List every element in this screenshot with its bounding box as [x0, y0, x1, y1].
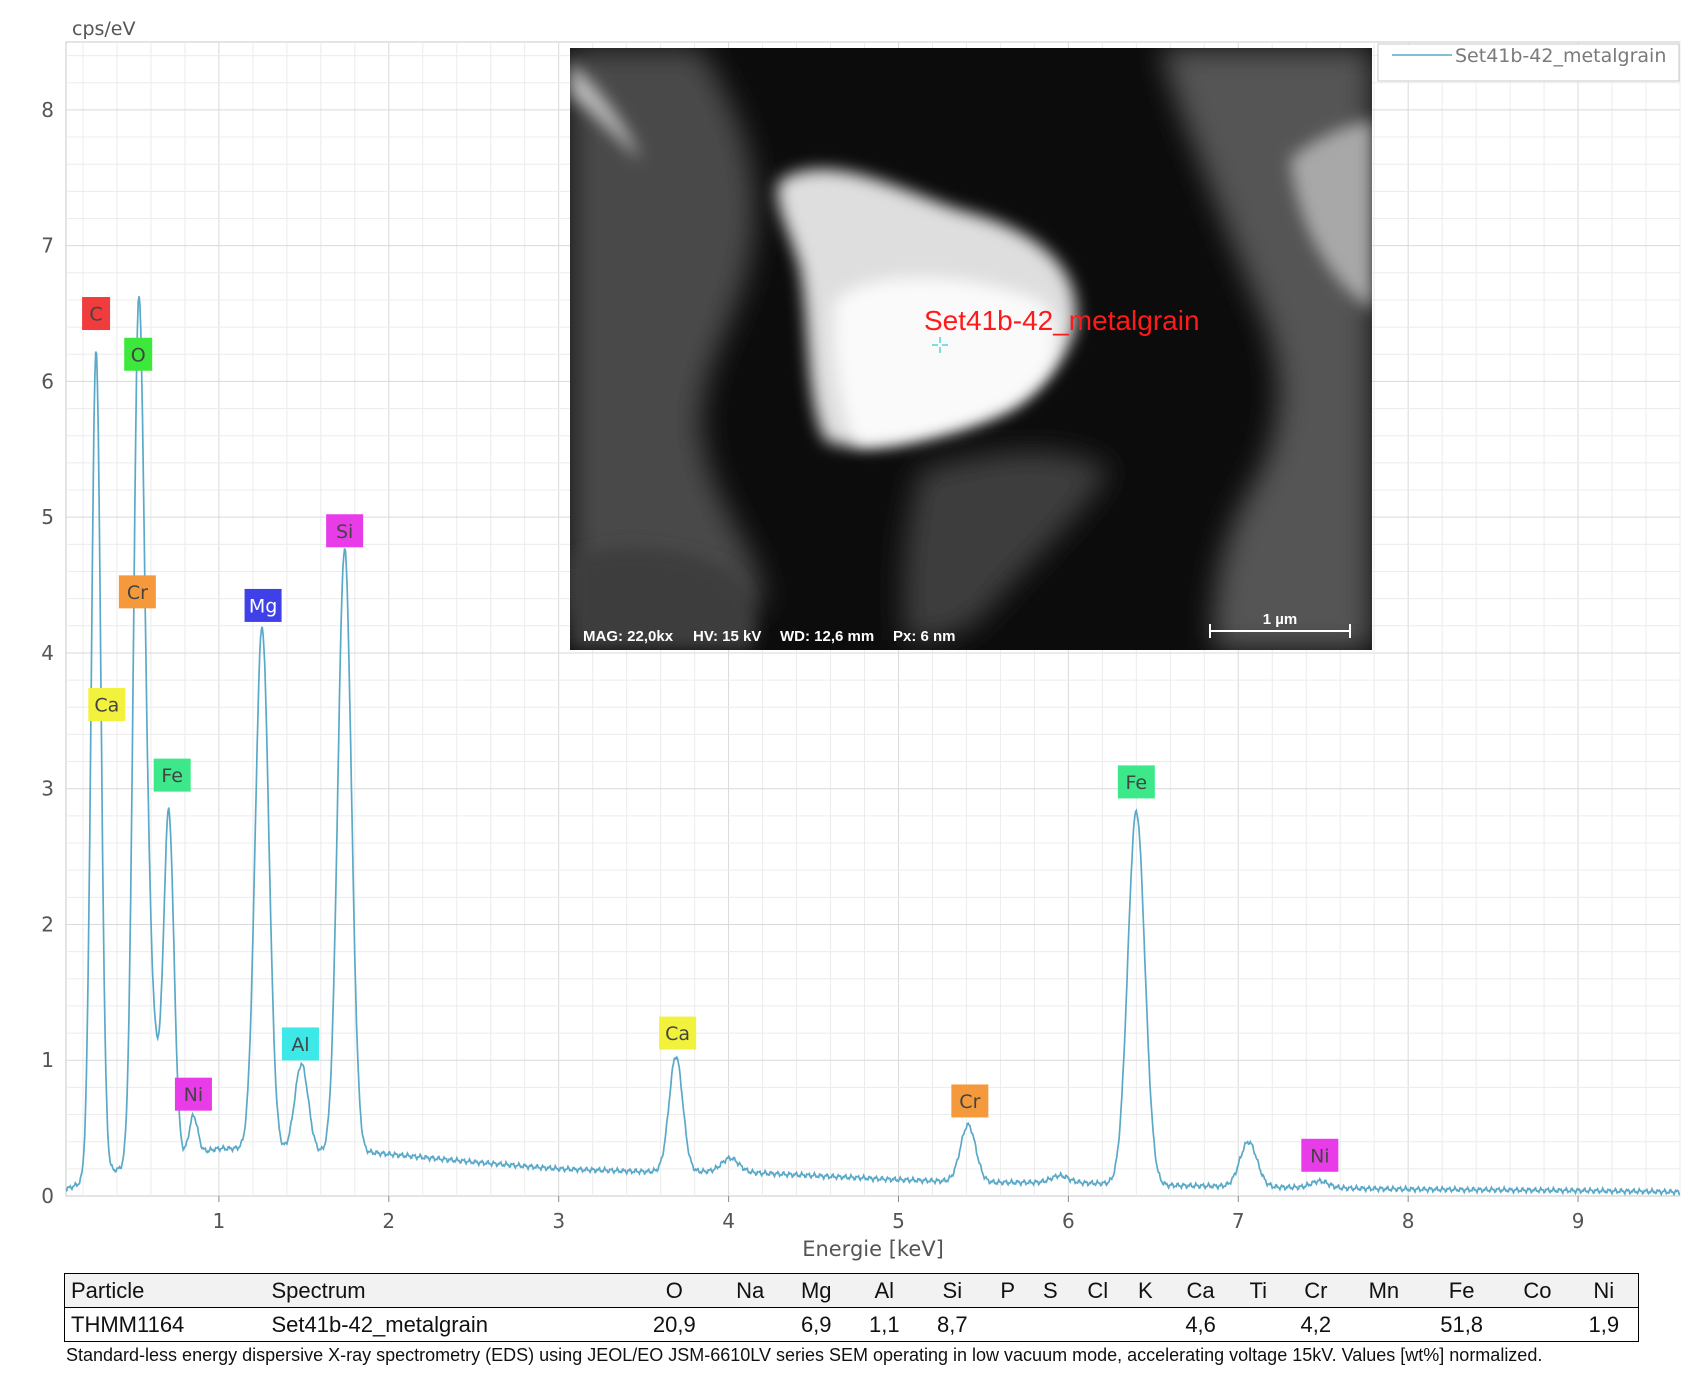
- element-label-fe: Fe: [153, 758, 191, 792]
- element-label-ni: Ni: [174, 1077, 212, 1111]
- element-label-text: Cr: [127, 582, 148, 604]
- y-tick-label: 3: [41, 777, 54, 801]
- table-header-cell: Ni: [1569, 1273, 1639, 1308]
- table-cell: 1,1: [850, 1307, 919, 1342]
- x-tick-label: 4: [722, 1209, 735, 1233]
- table-header-cell: Spectrum: [265, 1273, 631, 1308]
- y-tick-label: 8: [41, 98, 54, 122]
- sem-pixel-size: Px: 6 nm: [893, 628, 956, 645]
- table-header-cell: Co: [1505, 1273, 1570, 1308]
- sem-scale-label: 1 µm: [1263, 611, 1298, 628]
- element-label-c: C: [82, 297, 111, 331]
- element-label-fe: Fe: [1117, 765, 1155, 799]
- table-cell: Set41b-42_metalgrain: [265, 1307, 631, 1342]
- table-cell: [718, 1307, 783, 1342]
- table-header-cell: Ti: [1234, 1273, 1282, 1308]
- x-tick-label: 6: [1062, 1209, 1075, 1233]
- table-header-cell: Fe: [1417, 1273, 1506, 1308]
- element-label-ca: Ca: [88, 688, 126, 722]
- element-label-text: Fe: [1126, 772, 1148, 794]
- table-row: THMM1164 Set41b-42_metalgrain 20,9 6,9 1,1 8,…: [64, 1307, 1639, 1342]
- y-axis-label: cps/eV: [72, 18, 136, 40]
- table-cell: THMM1164: [64, 1307, 266, 1342]
- element-label-text: Fe: [161, 765, 183, 787]
- table-cell: 6,9: [782, 1307, 851, 1342]
- sem-micrograph: Set41b-42_metalgrain MAG: 22,0kx HV: 15 …: [570, 48, 1372, 650]
- table-cell: [1505, 1307, 1570, 1342]
- element-label-o: O: [124, 337, 153, 371]
- table-cell: 4,2: [1281, 1307, 1350, 1342]
- table-cell: [1028, 1307, 1072, 1342]
- element-label-cr: Cr: [118, 575, 156, 609]
- table-cell: 8,7: [918, 1307, 987, 1342]
- eds-spectrum-chart: 1 2 3 4 5 6 7 8 9012345678 cps/eV Energie [keV] …: [41, 18, 1681, 1261]
- element-label-text: Ni: [184, 1084, 204, 1106]
- element-label-al: Al: [281, 1027, 319, 1061]
- y-tick-label: 2: [41, 912, 54, 936]
- figure-caption: Standard-less energy dispersive X-ray sp…: [66, 1345, 1543, 1365]
- element-label-text: Cr: [959, 1091, 980, 1113]
- y-tick-label: 0: [41, 1184, 54, 1208]
- y-tick-label: 5: [41, 505, 54, 529]
- table-cell: 51,8: [1417, 1307, 1506, 1342]
- composition-table: Particle Spectrum O Na Mg Al Si P S Cl K Ca Ti Cr Mn Fe…: [64, 1273, 1639, 1342]
- y-tick-label: 1: [41, 1048, 54, 1072]
- x-tick-label: 5: [892, 1209, 905, 1233]
- element-label-text: Al: [291, 1034, 309, 1056]
- table-header-cell: Mn: [1349, 1273, 1418, 1308]
- element-label-text: Mg: [249, 595, 277, 617]
- table-header-cell: Mg: [782, 1273, 851, 1308]
- table-cell: [1349, 1307, 1418, 1342]
- element-label-text: Ca: [94, 695, 119, 717]
- x-tick-label: 1: [213, 1209, 226, 1233]
- y-tick-label: 6: [41, 369, 54, 393]
- element-label-text: Ni: [1310, 1145, 1330, 1167]
- table-cell: [986, 1307, 1029, 1342]
- table-header-cell: O: [630, 1273, 719, 1308]
- element-label-text: Si: [336, 521, 353, 543]
- sem-working-distance: WD: 12,6 mm: [780, 628, 874, 645]
- y-tick-label: 4: [41, 641, 54, 665]
- legend-series-label: Set41b-42_metalgrain: [1455, 45, 1666, 67]
- element-label-cr: Cr: [951, 1084, 989, 1118]
- table-header-cell: Cr: [1281, 1273, 1350, 1308]
- table-header-cell: Particle: [64, 1273, 266, 1308]
- table-header-cell: Ca: [1166, 1273, 1235, 1308]
- y-tick-label: 7: [41, 234, 54, 258]
- element-label-mg: Mg: [244, 588, 282, 622]
- x-tick-label: 8: [1402, 1209, 1415, 1233]
- table-header-cell: Al: [850, 1273, 919, 1308]
- table-cell: 4,6: [1166, 1307, 1235, 1342]
- table-header-cell: S: [1028, 1273, 1072, 1308]
- table-header-row: Particle Spectrum O Na Mg Al Si P S Cl K Ca Ti Cr Mn Fe…: [64, 1273, 1639, 1308]
- sem-high-voltage: HV: 15 kV: [693, 628, 761, 645]
- legend: Set41b-42_metalgrain: [1377, 43, 1680, 82]
- element-label-ni: Ni: [1301, 1138, 1339, 1172]
- sem-spot-label: Set41b-42_metalgrain: [924, 305, 1200, 336]
- element-label-si: Si: [326, 514, 364, 548]
- element-label-text: C: [89, 304, 102, 326]
- table-cell: [1234, 1307, 1282, 1342]
- element-label-ca: Ca: [659, 1016, 697, 1050]
- table-cell: 20,9: [630, 1307, 719, 1342]
- x-axis-label: Energie [keV]: [802, 1237, 944, 1261]
- table-header-cell: Na: [718, 1273, 783, 1308]
- table-cell: 1,9: [1569, 1307, 1639, 1342]
- table-cell: [1123, 1307, 1167, 1342]
- x-tick-label: 7: [1232, 1209, 1245, 1233]
- x-tick-label: 2: [382, 1209, 395, 1233]
- table-cell: [1071, 1307, 1124, 1342]
- table-header-cell: P: [986, 1273, 1029, 1308]
- element-label-text: Ca: [665, 1023, 690, 1045]
- sem-magnification: MAG: 22,0kx: [583, 628, 674, 645]
- x-tick-label: 3: [552, 1209, 565, 1233]
- table-header-cell: Cl: [1071, 1273, 1124, 1308]
- x-tick-label: 9: [1572, 1209, 1585, 1233]
- table-header-cell: Si: [918, 1273, 987, 1308]
- element-label-text: O: [131, 344, 146, 366]
- table-header-cell: K: [1123, 1273, 1167, 1308]
